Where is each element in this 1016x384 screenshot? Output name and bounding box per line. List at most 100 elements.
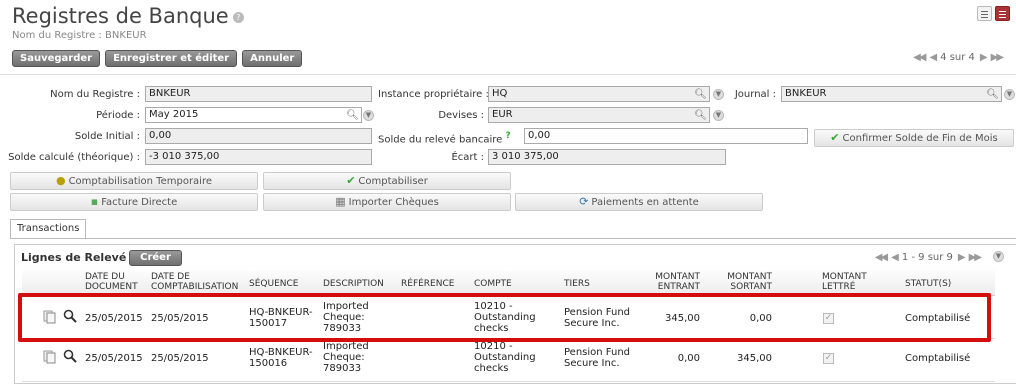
periode-label: Période : [96, 110, 140, 121]
solde-calcule-field[interactable]: -3 010 375,00 [145, 149, 372, 165]
cell-tiers-line1: Pension Fund [564, 347, 631, 358]
cancel-button[interactable]: Annuler [242, 50, 303, 67]
record-pager: ◀◀ ◀ 4 sur 4 ▶ ▶▶ [913, 52, 1004, 63]
chevron-down-icon[interactable]: ▼ [363, 110, 374, 121]
first-page-icon[interactable]: ◀◀ [875, 252, 888, 263]
next-record-icon[interactable]: ▶ [980, 52, 988, 63]
view-switch [977, 6, 1010, 21]
list-view-icon[interactable] [977, 6, 992, 21]
ecart-label: Écart : [451, 152, 484, 163]
next-page-icon[interactable]: ▶ [958, 252, 966, 263]
col-date-doc-line2: DOCUMENT [85, 282, 138, 292]
prev-page-icon[interactable]: ◀ [891, 252, 899, 263]
search-icon[interactable] [63, 349, 77, 363]
solde-calcule-label: Solde calculé (théorique) : [8, 152, 140, 163]
comptabiliser-label: Comptabiliser [358, 176, 428, 187]
last-page-icon[interactable]: ▶▶ [969, 252, 982, 263]
lines-pager: ◀◀ ◀ 1 - 9 sur 9 ▶ ▶▶ [875, 252, 982, 263]
cell-description: Imported Cheque: 789033 [323, 341, 369, 374]
form-view-icon[interactable] [995, 6, 1010, 21]
journal-value: BNKEUR [785, 88, 827, 99]
last-record-icon[interactable]: ▶▶ [991, 52, 1004, 63]
instance-field[interactable]: HQ 🔍︎ [488, 86, 710, 102]
solde-releve-label-text: Solde du relevé bancaire [378, 134, 503, 146]
cell-date-doc: 25/05/2015 [85, 353, 143, 364]
comptabiliser-button[interactable]: ✔ Comptabiliser [263, 172, 511, 190]
nom-registre-field[interactable]: BNKEUR [145, 86, 372, 102]
refresh-icon: ⟳ [579, 195, 589, 208]
document-add-icon: ▪ [90, 195, 99, 208]
cell-description-line3: 789033 [323, 363, 362, 374]
col-date-doc-line1: DATE DU [85, 272, 125, 282]
table-row[interactable]: 25/05/2015 25/05/2015 HQ-BNKEUR- 150016 … [22, 340, 995, 382]
cell-compte-line2: Outstanding [474, 352, 536, 363]
devises-value: EUR [492, 109, 513, 120]
first-record-icon[interactable]: ◀◀ [913, 52, 926, 63]
confirm-balance-button[interactable]: ✔ Confirmer Solde de Fin de Mois [814, 129, 1014, 147]
col-date-doc[interactable]: DATE DU DOCUMENT [85, 272, 138, 292]
chevron-down-icon[interactable]: ▼ [713, 110, 724, 121]
devises-field[interactable]: EUR 🔍︎ [488, 107, 710, 123]
col-compte[interactable]: COMPTE [474, 279, 512, 289]
checkmark-icon: ✔ [346, 174, 356, 187]
cell-tiers-line2: Secure Inc. [564, 358, 620, 369]
checkmark-icon: ✔ [830, 131, 840, 144]
save-button[interactable]: Sauvegarder [12, 50, 101, 67]
col-montant-entrant[interactable]: MONTANT ENTRANT [650, 272, 700, 292]
col-description[interactable]: DESCRIPTION [323, 279, 384, 289]
periode-field[interactable]: May 2015 🔍︎ [145, 107, 362, 123]
col-montant-sortant[interactable]: MONTANT SORTANT [722, 272, 772, 292]
save-edit-button[interactable]: Enregistrer et éditer [105, 50, 238, 67]
paiements-attente-button[interactable]: ⟳ Paiements en attente [515, 193, 763, 211]
cell-montant-sortant: 345,00 [737, 353, 772, 364]
col-montant-entrant-line1: MONTANT [655, 272, 700, 282]
col-montant-sortant-line1: MONTANT [727, 272, 772, 282]
tab-transactions[interactable]: Transactions [10, 219, 87, 238]
col-tiers[interactable]: TIERS [564, 279, 590, 289]
lettre-checkbox[interactable]: ✓ [823, 353, 834, 364]
cell-description-line1: Imported [323, 341, 369, 352]
importer-cheques-button[interactable]: ▦ Importer Chèques [263, 193, 511, 211]
cell-sequence: HQ-BNKEUR- 150016 [249, 347, 313, 369]
col-date-compta-line2: COMPTABILISATION [151, 282, 239, 292]
help-icon[interactable]: ? [505, 131, 510, 141]
search-icon[interactable]: 🔍︎ [694, 88, 707, 101]
chevron-down-icon[interactable]: ▼ [1004, 89, 1015, 100]
separator [0, 74, 1016, 75]
col-date-compta[interactable]: DATE DE COMPTABILISATION [151, 272, 238, 292]
lines-title: Lignes de Relevé [21, 251, 127, 264]
journal-field[interactable]: BNKEUR 🔍︎ [781, 86, 1002, 102]
prev-record-icon[interactable]: ◀ [929, 52, 937, 63]
col-reference[interactable]: RÉFÉRENCE [401, 279, 454, 289]
create-button[interactable]: Créer [129, 250, 182, 266]
page-title-text: Registres de Banque [12, 4, 229, 28]
cell-statut: Comptabilisé [905, 353, 971, 364]
solde-initial-field[interactable]: 0,00 [145, 128, 372, 144]
duplicate-icon[interactable] [43, 350, 56, 364]
journal-label: Journal : [734, 89, 776, 100]
chevron-down-icon[interactable]: ▼ [993, 251, 1004, 262]
facture-directe-button[interactable]: ▪ Facture Directe [10, 193, 258, 211]
solde-initial-label: Solde Initial : [74, 131, 140, 142]
cell-description-line2: Cheque: [323, 352, 365, 363]
import-icon: ▦ [335, 195, 346, 208]
solde-releve-field[interactable]: 0,00 [524, 128, 808, 144]
col-sequence[interactable]: SÉQUENCE [249, 279, 298, 289]
search-icon[interactable]: 🔍︎ [986, 88, 999, 101]
cell-compte: 10210 - Outstanding checks [474, 341, 536, 374]
help-icon[interactable]: ? [232, 11, 244, 23]
col-montant-sortant-line2: SORTANT [730, 282, 772, 292]
col-montant-lettre[interactable]: MONTANT LETTRÉ [822, 272, 867, 292]
solde-releve-label: Solde du relevé bancaire ? [378, 131, 511, 145]
form-toolbar: Sauvegarder Enregistrer et éditer Annule… [12, 50, 303, 67]
paiements-attente-label: Paiements en attente [591, 197, 699, 208]
search-icon[interactable]: 🔍︎ [346, 109, 359, 122]
cell-compte-line1: 10210 - [474, 341, 513, 352]
chevron-down-icon[interactable]: ▼ [713, 89, 724, 100]
highlight-box [18, 293, 991, 342]
search-icon[interactable]: 🔍︎ [694, 109, 707, 122]
nom-registre-label: Nom du Registre : [50, 89, 140, 100]
ecart-field[interactable]: 3 010 375,00 [488, 149, 726, 165]
col-statut[interactable]: STATUT(S) [905, 279, 951, 289]
comptab-temp-button[interactable]: ● Comptabilisation Temporaire [10, 172, 258, 190]
